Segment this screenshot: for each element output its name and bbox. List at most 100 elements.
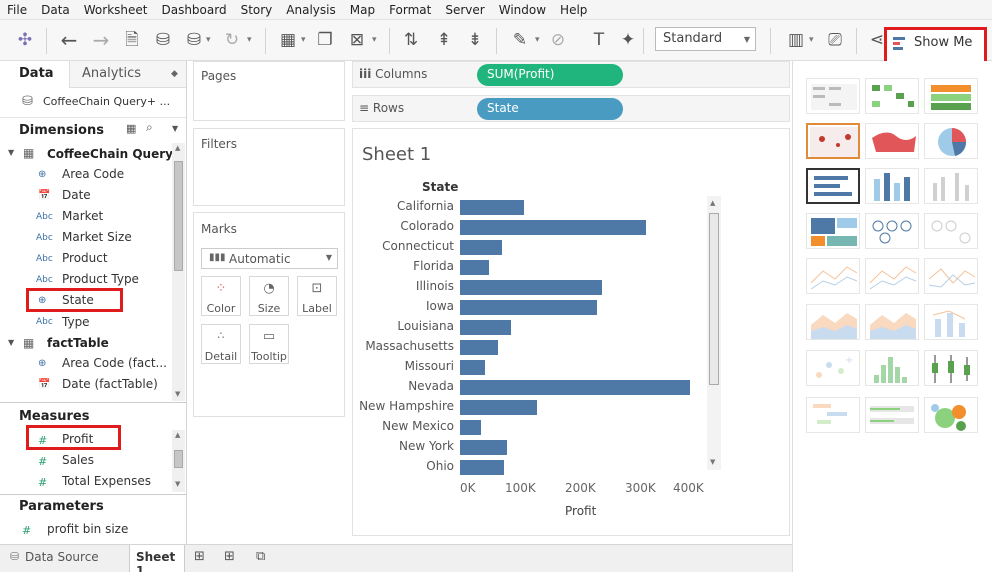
bar-mark[interactable] [460, 340, 498, 355]
field-date-fact[interactable]: Date (factTable) [62, 377, 158, 391]
new-dashboard-tab-icon[interactable]: ⊞ [224, 549, 235, 564]
menu-data[interactable]: Data [34, 3, 77, 17]
group-name[interactable]: factTable [47, 336, 109, 350]
horizontal-bars-thumbnail[interactable] [806, 168, 860, 204]
pause-dropdown-icon[interactable]: ▾ [206, 29, 211, 51]
columns-pill[interactable]: SUM(Profit) [477, 64, 623, 86]
bar-mark[interactable] [460, 320, 511, 335]
show-labels-icon[interactable]: T [588, 29, 610, 51]
menu-dashboard[interactable]: Dashboard [154, 3, 233, 17]
bar-mark[interactable] [460, 440, 507, 455]
show-me-button[interactable]: Show Me [884, 27, 987, 65]
collapse-icon[interactable]: ▼ [8, 148, 14, 157]
field-product[interactable]: Product [62, 251, 108, 265]
columns-shelf[interactable]: iii Columns SUM(Profit) [352, 61, 790, 88]
refresh-icon[interactable]: ↻ [221, 29, 243, 51]
new-worksheet-tab-icon[interactable]: ⊞ [194, 549, 205, 564]
pin-icon[interactable]: ✦ [617, 29, 639, 51]
field-sales[interactable]: Sales [62, 453, 94, 467]
menu-story[interactable]: Story [234, 3, 280, 17]
filled-map-thumbnail[interactable] [865, 123, 919, 159]
field-market[interactable]: Market [62, 209, 103, 223]
bar-mark[interactable] [460, 240, 502, 255]
new-worksheet-icon[interactable]: ▦ [277, 29, 299, 51]
bullet-graph-thumbnail[interactable] [865, 397, 919, 433]
text-table-thumbnail[interactable] [806, 78, 860, 114]
mark-type-select[interactable]: ▮▮▮ Automatic ▼ [201, 248, 338, 269]
panel-menu-icon[interactable]: ◆ [171, 69, 178, 79]
menu-file[interactable]: File [0, 3, 34, 17]
pages-card[interactable]: Pages [193, 61, 345, 121]
scroll-down-icon[interactable]: ▼ [175, 480, 180, 488]
field-total-expenses[interactable]: Total Expenses [62, 474, 151, 488]
field-area-code-fact[interactable]: Area Code (fact... [62, 356, 167, 370]
redo-icon[interactable]: → [90, 29, 112, 51]
scroll-up-icon[interactable]: ▲ [175, 431, 180, 439]
param-profit-bin-size[interactable]: profit bin size [47, 522, 128, 536]
scroll-down-icon[interactable]: ▼ [175, 390, 180, 398]
dual-lines-thumbnail[interactable] [924, 258, 978, 294]
fit-select[interactable]: Standard ▼ [655, 27, 756, 51]
new-worksheet-dropdown-icon[interactable]: ▾ [301, 29, 306, 51]
lines-continuous-thumbnail[interactable] [806, 258, 860, 294]
label-button[interactable]: ⊡ Label [297, 276, 337, 316]
tooltip-button[interactable]: ▭ Tooltip [249, 324, 289, 364]
rows-pill[interactable]: State [477, 98, 623, 120]
pause-updates-icon[interactable]: ⛁ [183, 29, 205, 51]
side-by-side-circles-thumbnail[interactable] [924, 213, 978, 249]
scroll-up-icon[interactable]: ▲ [710, 199, 715, 207]
menu-window[interactable]: Window [492, 3, 553, 17]
circle-views-thumbnail[interactable] [865, 213, 919, 249]
field-area-code[interactable]: Area Code [62, 167, 124, 181]
scroll-up-icon[interactable]: ▲ [175, 144, 180, 152]
undo-icon[interactable]: ← [58, 29, 80, 51]
side-by-side-bars-thumbnail[interactable] [924, 168, 978, 204]
area-continuous-thumbnail[interactable] [806, 304, 860, 340]
menu-worksheet[interactable]: Worksheet [77, 3, 155, 17]
scrollbar-thumb[interactable] [174, 161, 183, 271]
bar-mark[interactable] [460, 260, 489, 275]
save-icon[interactable]: 🗎 [121, 29, 143, 51]
group-name[interactable]: CoffeeChain Query [47, 147, 173, 161]
presentation-mode-icon[interactable]: ⎚ [824, 29, 846, 51]
bar-mark[interactable] [460, 300, 597, 315]
scatter-plot-thumbnail[interactable]: + [806, 350, 860, 386]
sort-descending-icon[interactable]: ⇟ [464, 29, 486, 51]
highlight-table-thumbnail[interactable] [924, 78, 978, 114]
bar-mark[interactable] [460, 420, 481, 435]
show-cards-icon[interactable]: ▥ [785, 29, 807, 51]
field-market-size[interactable]: Market Size [62, 230, 132, 244]
field-date[interactable]: Date [62, 188, 91, 202]
menu-server[interactable]: Server [438, 3, 491, 17]
pie-chart-thumbnail[interactable] [924, 123, 978, 159]
scrollbar-thumb[interactable] [709, 213, 719, 385]
new-story-tab-icon[interactable]: ⧉ [256, 549, 265, 564]
tableau-logo-icon[interactable]: ✣ [14, 29, 36, 51]
menu-analysis[interactable]: Analysis [279, 3, 342, 17]
size-button[interactable]: ◔ Size [249, 276, 289, 316]
bar-mark[interactable] [460, 400, 537, 415]
histogram-thumbnail[interactable] [865, 350, 919, 386]
group-icon[interactable]: ⊘ [547, 29, 569, 51]
swap-icon[interactable]: ⇅ [400, 29, 422, 51]
tab-analytics[interactable]: Analytics [82, 66, 141, 81]
box-whisker-thumbnail[interactable] [924, 350, 978, 386]
sheet-tab[interactable]: Sheet 1 [129, 545, 185, 572]
sort-ascending-icon[interactable]: ⇞ [433, 29, 455, 51]
duplicate-icon[interactable]: ❐ [314, 29, 336, 51]
search-icon[interactable]: ⌕ [146, 120, 153, 135]
tab-data[interactable]: Data [0, 61, 70, 88]
lines-discrete-thumbnail[interactable] [865, 258, 919, 294]
measures-scrollbar[interactable]: ▲ ▼ [172, 430, 185, 492]
rows-shelf[interactable]: ≡ Rows State [352, 95, 790, 122]
filters-card[interactable]: Filters [193, 128, 345, 206]
gantt-thumbnail[interactable] [806, 397, 860, 433]
bar-mark[interactable] [460, 360, 485, 375]
field-type[interactable]: Type [62, 315, 90, 329]
dimensions-scrollbar[interactable]: ▲ ▼ [172, 143, 185, 401]
symbol-map-thumbnail[interactable] [806, 123, 860, 159]
dimensions-menu-icon[interactable]: ▼ [172, 124, 178, 133]
menu-help[interactable]: Help [553, 3, 594, 17]
detail-button[interactable]: ∴ Detail [201, 324, 241, 364]
menu-format[interactable]: Format [382, 3, 438, 17]
